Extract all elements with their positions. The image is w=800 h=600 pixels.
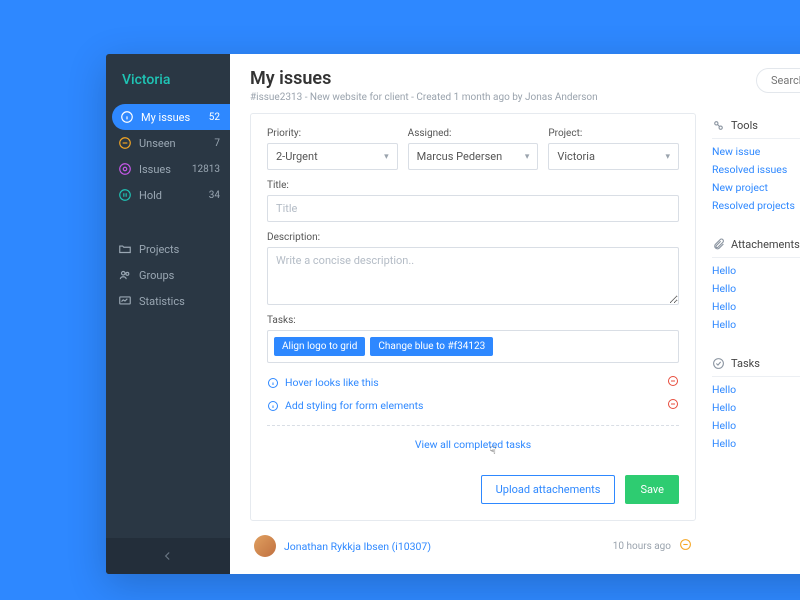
sidebar-item-statistics[interactable]: Statistics [106, 288, 230, 314]
rail-link[interactable]: Resolved projects [712, 199, 800, 212]
chevron-left-icon [161, 549, 175, 563]
sidebar-item-label: My issues [141, 111, 190, 124]
sidebar-collapse[interactable] [106, 538, 230, 574]
comment-time: 10 hours ago [613, 541, 671, 552]
page-title: My issues [250, 68, 598, 89]
rail-link[interactable]: Hello [712, 318, 800, 331]
paperclip-icon [712, 238, 725, 251]
priority-label: Priority: [267, 128, 398, 139]
save-button[interactable]: Save [625, 475, 679, 504]
rail-link[interactable]: Hello [712, 401, 800, 414]
info-icon [267, 377, 279, 389]
task-chip[interactable]: Align logo to grid [274, 337, 365, 356]
sidebar-item-label: Hold [139, 189, 162, 202]
tasks-box[interactable]: Align logo to grid Change blue to #f3412… [267, 330, 679, 363]
assigned-select[interactable]: Marcus Pedersen ▾ [408, 143, 539, 170]
title-label: Title: [267, 180, 679, 191]
sidebar-item-label: Issues [139, 163, 171, 176]
rail-link[interactable]: Hello [712, 437, 800, 450]
comment-author[interactable]: Jonathan Rykkja Ibsen (i10307) [284, 540, 431, 553]
chart-icon [118, 294, 132, 308]
rail-link[interactable]: Resolved issues [712, 163, 800, 176]
nav-primary: My issues 52 Unseen 7 Issues 12813 Hold … [106, 102, 230, 316]
task-chip[interactable]: Change blue to #f34123 [370, 337, 493, 356]
sidebar-item-label: Projects [139, 243, 179, 256]
rail-link[interactable]: Hello [712, 282, 800, 295]
rail-link[interactable]: New issue [712, 145, 800, 158]
rail-attachments-header: Attachements [712, 232, 800, 258]
sidebar-item-count: 7 [214, 138, 220, 149]
chevron-down-icon: ▾ [665, 152, 670, 162]
info-icon [120, 110, 134, 124]
sidebar-item-count: 34 [209, 190, 220, 201]
sidebar-item-unseen[interactable]: Unseen 7 [106, 130, 230, 156]
task-text: Add styling for form elements [285, 399, 423, 412]
rail-link[interactable]: Hello [712, 419, 800, 432]
page-header: My issues #issue2313 - New website for c… [230, 54, 800, 113]
avatar [254, 535, 276, 557]
sidebar-item-count: 12813 [192, 164, 220, 175]
sidebar-item-label: Unseen [139, 137, 176, 150]
sidebar-item-my-issues[interactable]: My issues 52 [112, 104, 230, 130]
sidebar-item-issues[interactable]: Issues 12813 [106, 156, 230, 182]
description-textarea[interactable] [267, 247, 679, 305]
right-rail: Tools New issue Resolved issues New proj… [712, 113, 800, 574]
task-list: Hover looks like this Add styling for fo… [267, 371, 679, 417]
pause-icon [118, 188, 132, 202]
sidebar-item-count: 52 [209, 112, 220, 123]
main-content: My issues #issue2313 - New website for c… [230, 54, 800, 574]
chevron-down-icon: ▾ [525, 152, 530, 162]
comment-row: Jonathan Rykkja Ibsen (i10307) 10 hours … [250, 521, 696, 557]
sidebar-item-label: Statistics [139, 295, 185, 308]
page-subtitle: #issue2313 - New website for client - Cr… [250, 92, 598, 103]
form-column: Priority: 2-Urgent ▾ Assigned: Marcus Pe… [250, 113, 696, 574]
group-icon [118, 268, 132, 282]
task-line[interactable]: Add styling for form elements [267, 394, 679, 417]
app-window: Victoria My issues 52 Unseen 7 Issues 12… [106, 54, 800, 574]
project-value: Victoria [557, 150, 595, 163]
assigned-label: Assigned: [408, 128, 539, 139]
tools-icon [712, 119, 725, 132]
target-icon [118, 162, 132, 176]
rail-tools-header: Tools [712, 113, 800, 139]
task-line[interactable]: Hover looks like this [267, 371, 679, 394]
info-icon [267, 400, 279, 412]
rail-tasks-header: Tasks [712, 351, 800, 377]
project-select[interactable]: Victoria ▾ [548, 143, 679, 170]
dash-icon [118, 136, 132, 150]
description-label: Description: [267, 232, 679, 243]
tasks-label: Tasks: [267, 315, 679, 326]
title-input[interactable] [267, 195, 679, 222]
sidebar: Victoria My issues 52 Unseen 7 Issues 12… [106, 54, 230, 574]
sidebar-item-hold[interactable]: Hold 34 [106, 182, 230, 208]
sidebar-item-projects[interactable]: Projects [106, 236, 230, 262]
chevron-down-icon: ▾ [384, 152, 389, 162]
sidebar-item-groups[interactable]: Groups [106, 262, 230, 288]
assigned-value: Marcus Pedersen [417, 150, 503, 163]
rail-link[interactable]: Hello [712, 383, 800, 396]
remove-task-icon[interactable] [667, 375, 679, 390]
view-all-link[interactable]: View all completed tasks ☟ [267, 434, 679, 461]
sidebar-item-label: Groups [139, 269, 174, 282]
search-input[interactable] [756, 68, 800, 93]
comment-status-icon [679, 538, 692, 554]
issue-form: Priority: 2-Urgent ▾ Assigned: Marcus Pe… [250, 113, 696, 521]
brand-logo: Victoria [106, 54, 230, 102]
rail-link[interactable]: New project [712, 181, 800, 194]
checklist-icon [712, 357, 725, 370]
rail-link[interactable]: Hello [712, 264, 800, 277]
rail-link[interactable]: Hello [712, 300, 800, 313]
upload-button[interactable]: Upload attachements [481, 475, 616, 504]
task-text: Hover looks like this [285, 376, 379, 389]
priority-value: 2-Urgent [276, 150, 318, 163]
folder-icon [118, 242, 132, 256]
remove-task-icon[interactable] [667, 398, 679, 413]
cursor-icon: ☟ [489, 444, 496, 457]
project-label: Project: [548, 128, 679, 139]
priority-select[interactable]: 2-Urgent ▾ [267, 143, 398, 170]
